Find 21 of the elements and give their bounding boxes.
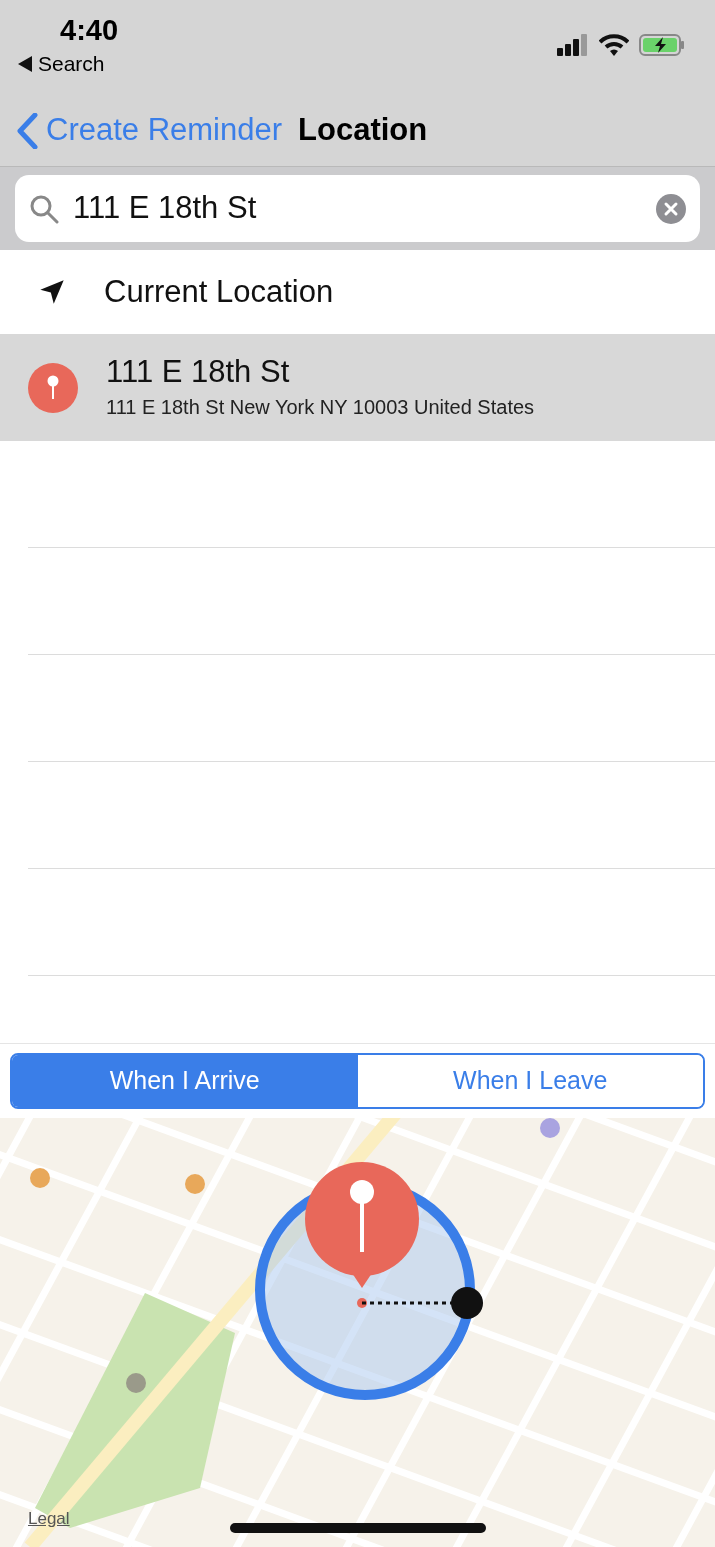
clear-icon[interactable] (656, 193, 686, 224)
back-triangle-icon (18, 56, 32, 72)
search-text: 111 E 18th St (73, 189, 258, 228)
location-result[interactable]: 111 E 18th St 111 E 18th St New York NY 10003 United States (0, 334, 715, 441)
search-field[interactable]: 111 E 18th St (15, 175, 700, 242)
radius-handle[interactable] (357, 1286, 485, 1320)
result-title: 111 E 18th St (106, 353, 291, 392)
battery-charging-icon (639, 34, 685, 56)
page-title: Location (298, 111, 428, 150)
legal-link[interactable]: Legal (28, 1505, 70, 1531)
search-icon (29, 193, 59, 224)
location-arrow-icon (38, 278, 66, 306)
result-address: 111 E 18th St New York NY 10003 United States (106, 394, 535, 420)
pin-icon (28, 362, 78, 413)
status-time: 4:40 (59, 13, 119, 48)
signal-icon (557, 34, 589, 56)
result-title: Current Location (104, 272, 334, 311)
chevron-left-icon (16, 112, 38, 149)
segment-tab[interactable]: When I Arrive (12, 1055, 358, 1107)
wifi-icon (599, 34, 629, 56)
back-to-app-link[interactable]: Search (38, 48, 105, 80)
